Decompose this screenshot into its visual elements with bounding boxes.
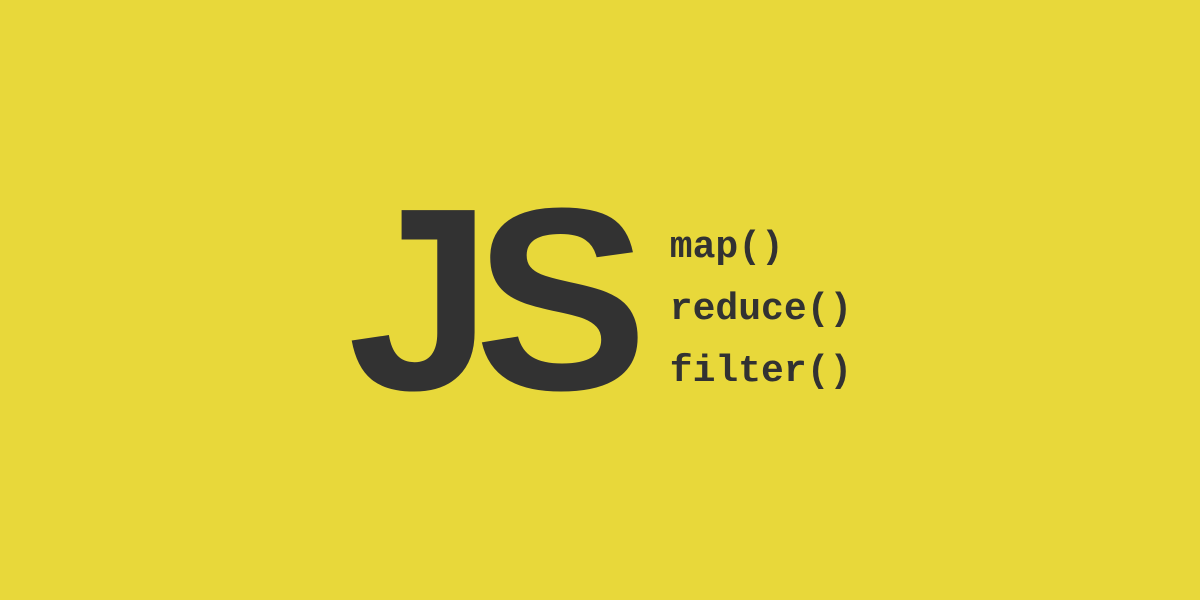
method-filter: filter(): [670, 353, 852, 391]
js-logo: JS: [348, 170, 630, 430]
method-map: map(): [670, 229, 852, 267]
methods-list: map() reduce() filter(): [670, 209, 852, 391]
method-reduce: reduce(): [670, 291, 852, 329]
main-container: JS map() reduce() filter(): [348, 170, 852, 430]
